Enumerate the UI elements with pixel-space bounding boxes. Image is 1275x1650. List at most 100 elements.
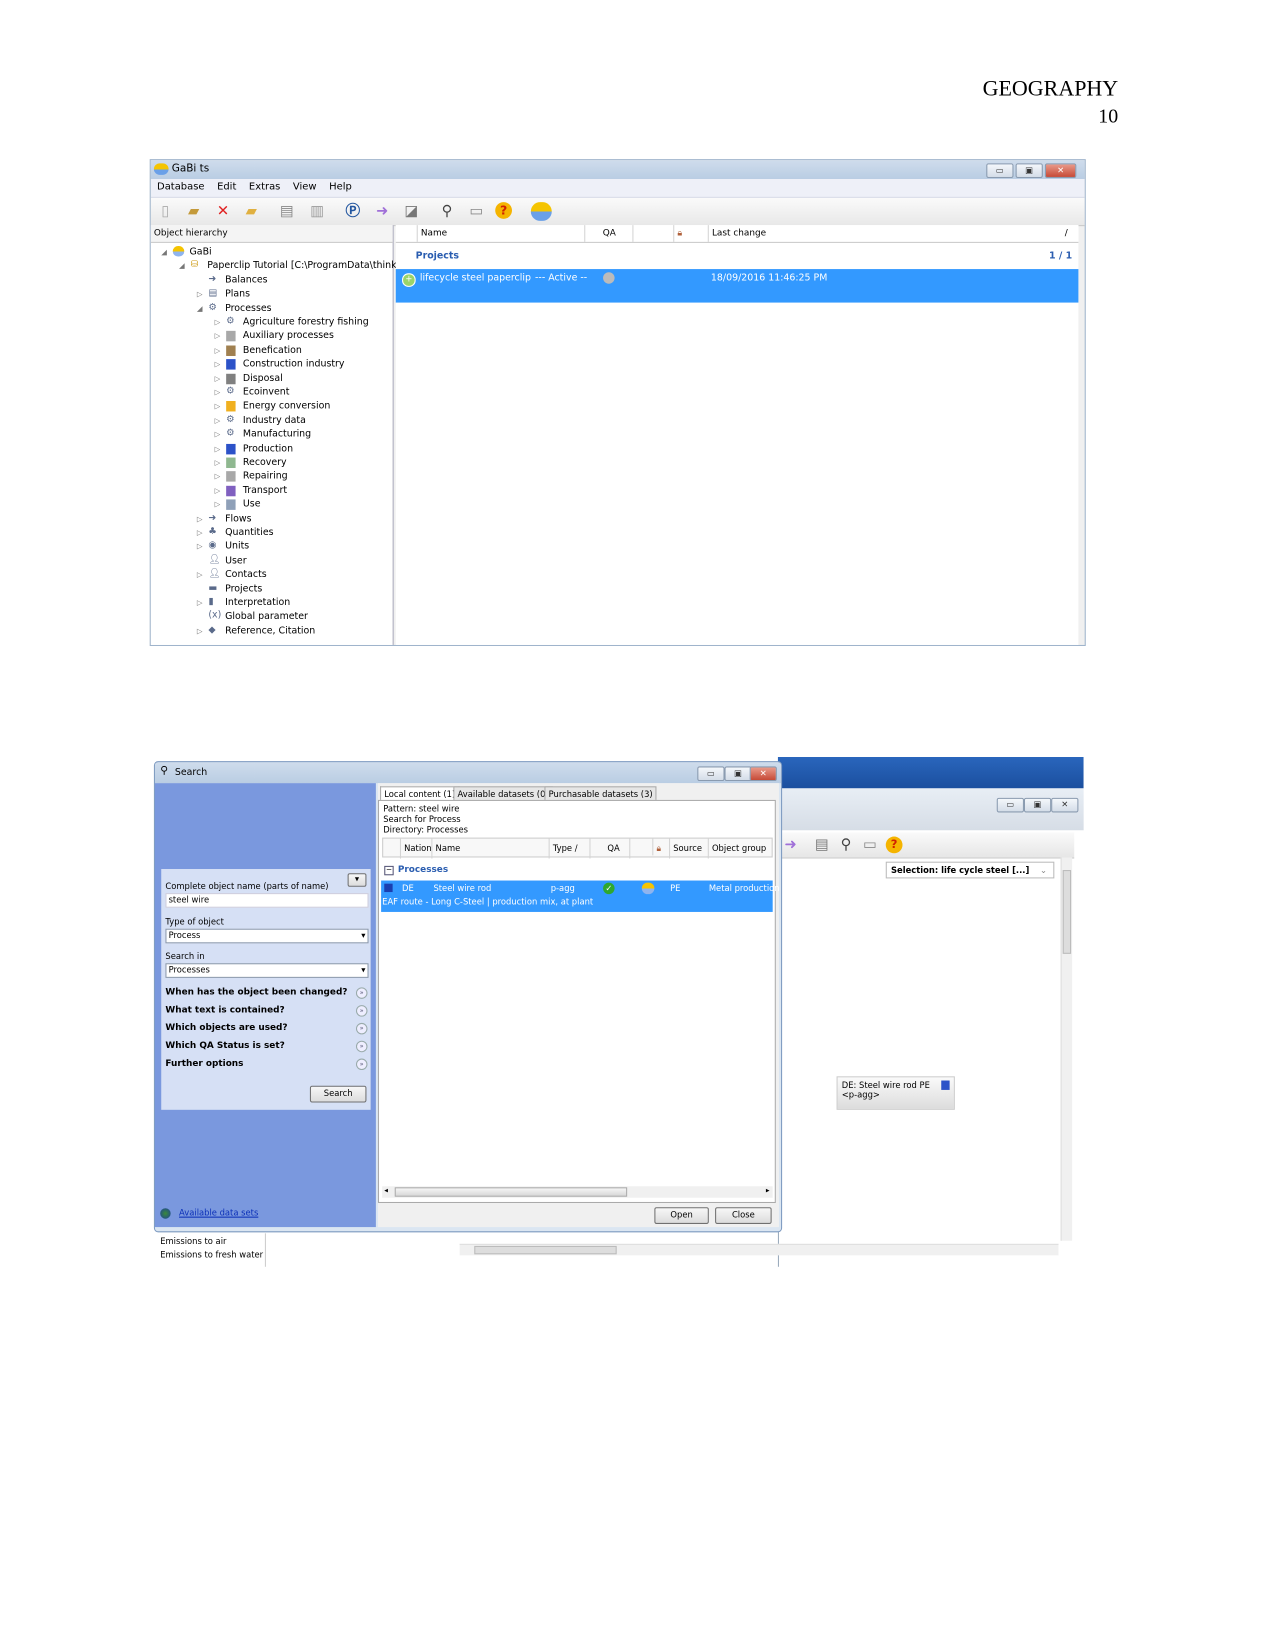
- expanded-arrow-icon[interactable]: ◢: [197, 302, 203, 316]
- dialog-maximize-button[interactable]: ▣: [724, 766, 752, 782]
- tree-item[interactable]: ▷ ➜ Flows: [151, 513, 390, 527]
- scroll-left-icon[interactable]: ◂: [384, 1186, 388, 1194]
- tree-item[interactable]: ▷ Repairing: [151, 471, 390, 485]
- collapsed-arrow-icon[interactable]: ▷: [215, 471, 221, 485]
- question-changed[interactable]: When has the object been changed?: [165, 987, 347, 997]
- collapsed-arrow-icon[interactable]: ▷: [215, 358, 221, 372]
- expanded-arrow-icon[interactable]: ◢: [161, 246, 167, 260]
- new-icon[interactable]: ▯: [156, 202, 175, 221]
- parameter-icon[interactable]: Ⓟ: [343, 202, 362, 221]
- search-icon[interactable]: ⚲: [837, 836, 856, 855]
- tree-item[interactable]: ▷ ⚙ Agriculture forestry fishing: [151, 316, 390, 330]
- tree-item[interactable]: ▬ Projects: [151, 583, 390, 597]
- help-icon[interactable]: ?: [885, 836, 903, 854]
- document-search-icon[interactable]: ▤: [812, 836, 831, 855]
- collapsed-arrow-icon[interactable]: ▷: [197, 625, 203, 639]
- tree-item[interactable]: ▷ ⚙ Industry data: [151, 414, 390, 428]
- bg-close-button[interactable]: ✕: [1051, 797, 1079, 813]
- tree-item[interactable]: ▷ ♣ Quantities: [151, 527, 390, 541]
- collapsed-arrow-icon[interactable]: ▷: [215, 400, 221, 414]
- chart-icon[interactable]: ◪: [402, 202, 421, 221]
- flow-emissions-air[interactable]: Emissions to air: [160, 1237, 226, 1246]
- collapsed-arrow-icon[interactable]: ▷: [197, 569, 203, 583]
- window-icon[interactable]: ▭: [467, 202, 486, 221]
- search-button[interactable]: Search: [309, 1085, 367, 1103]
- gabi-logo-icon[interactable]: [530, 202, 552, 221]
- tree-item[interactable]: ▷ Auxiliary processes: [151, 330, 390, 344]
- results-horizontal-scrollbar[interactable]: ◂ ▸: [382, 1186, 773, 1198]
- scroll-thumb[interactable]: [394, 1187, 628, 1197]
- tree-item[interactable]: ▷ ⚙ Manufacturing: [151, 428, 390, 442]
- result-row[interactable]: DE Steel wire rod p-agg ✓ PE Metal produ…: [381, 880, 780, 912]
- collapsed-arrow-icon[interactable]: ▷: [215, 485, 221, 499]
- collapsed-arrow-icon[interactable]: ▷: [215, 386, 221, 400]
- expand-chevron-icon[interactable]: »: [355, 1040, 368, 1053]
- collapsed-arrow-icon[interactable]: ▷: [215, 456, 221, 470]
- column-lock[interactable]: 🔒︎: [632, 225, 709, 242]
- bg-minimize-button[interactable]: ▭: [996, 797, 1024, 813]
- close-button[interactable]: ✕: [1044, 163, 1077, 178]
- tree-item[interactable]: ▷ ⚙ Ecoinvent: [151, 386, 390, 400]
- column-qa[interactable]: QA: [584, 225, 630, 242]
- minimize-button[interactable]: ▭: [986, 163, 1014, 178]
- collapsed-arrow-icon[interactable]: ▷: [215, 344, 221, 358]
- group-projects[interactable]: Projects: [416, 251, 459, 261]
- collapsed-arrow-icon[interactable]: ▷: [215, 316, 221, 330]
- menu-help[interactable]: Help: [323, 179, 358, 195]
- maximize-button[interactable]: ▣: [1015, 163, 1043, 178]
- expand-chevron-icon[interactable]: »: [355, 1022, 368, 1035]
- collapsed-arrow-icon[interactable]: ▷: [215, 428, 221, 442]
- options-dropdown-button[interactable]: ▾: [347, 873, 367, 887]
- tree-item[interactable]: 👤︎ User: [151, 555, 390, 569]
- tree-item[interactable]: ◢ GaBi: [151, 246, 390, 260]
- question-further[interactable]: Further options: [165, 1059, 243, 1069]
- project-row[interactable]: + lifecycle steel paperclip --- Active -…: [395, 269, 1079, 303]
- column-qa[interactable]: QA: [589, 838, 633, 859]
- scroll-thumb[interactable]: [474, 1245, 617, 1255]
- menu-extras[interactable]: Extras: [243, 179, 287, 195]
- tree-item[interactable]: ▷ Recovery: [151, 456, 390, 470]
- tree-item[interactable]: ➜ Balances: [151, 274, 390, 288]
- collapsed-arrow-icon[interactable]: ▷: [215, 414, 221, 428]
- process-node[interactable]: DE: Steel wire rod PE <p-agg>: [836, 1076, 955, 1110]
- question-text[interactable]: What text is contained?: [165, 1005, 284, 1015]
- menu-edit[interactable]: Edit: [211, 179, 243, 195]
- scroll-thumb[interactable]: [1062, 870, 1072, 954]
- dialog-close-button[interactable]: ✕: [749, 766, 777, 782]
- chevron-down-icon[interactable]: ⌄: [1040, 863, 1047, 880]
- window-icon[interactable]: ▭: [861, 836, 880, 855]
- expanded-arrow-icon[interactable]: ◢: [179, 260, 185, 274]
- question-objects[interactable]: Which objects are used?: [165, 1023, 287, 1033]
- collapsed-arrow-icon[interactable]: ▷: [197, 527, 203, 541]
- group-processes[interactable]: Processes: [398, 865, 448, 875]
- close-dialog-button[interactable]: Close: [715, 1207, 772, 1224]
- flow-icon[interactable]: ➜: [781, 836, 800, 855]
- column-type[interactable]: Type / Shc: [548, 838, 592, 859]
- name-input[interactable]: steel wire: [165, 893, 369, 908]
- expand-chevron-icon[interactable]: »: [355, 1058, 368, 1071]
- column-object-group[interactable]: Object group: [707, 838, 778, 859]
- type-select[interactable]: Process ▾: [165, 928, 369, 944]
- collapsed-arrow-icon[interactable]: ▷: [197, 288, 203, 302]
- collapse-icon[interactable]: −: [384, 865, 394, 876]
- tree-item[interactable]: ▷ Construction industry: [151, 358, 390, 372]
- help-icon[interactable]: ?: [495, 202, 512, 219]
- tree-item[interactable]: ◢ ⛁ Paperclip Tutorial [C:\ProgramData\thi…: [151, 260, 401, 274]
- flow-emissions-fresh-water[interactable]: Emissions to fresh water: [160, 1250, 263, 1259]
- selection-box[interactable]: Selection: life cycle steel [...] ⌄: [885, 861, 1055, 880]
- vertical-scrollbar[interactable]: [1060, 857, 1073, 1241]
- tree-item[interactable]: (x) Global parameter: [151, 611, 390, 625]
- tree-item[interactable]: ◢ ⚙ Processes: [151, 302, 390, 316]
- expand-chevron-icon[interactable]: »: [355, 987, 368, 999]
- tree-item[interactable]: ▷ ◉ Units: [151, 541, 390, 555]
- paste-icon[interactable]: ▥: [308, 202, 327, 221]
- copy-icon[interactable]: ▤: [277, 202, 296, 221]
- tree-item[interactable]: ▷ Benefication: [151, 344, 390, 358]
- tree-item[interactable]: ▷ Production: [151, 442, 390, 456]
- collapsed-arrow-icon[interactable]: ▷: [215, 330, 221, 344]
- collapsed-arrow-icon[interactable]: ▷: [215, 372, 221, 386]
- menu-view[interactable]: View: [287, 179, 323, 195]
- search-in-select[interactable]: Processes ▾: [165, 963, 369, 978]
- expand-chevron-icon[interactable]: »: [355, 1005, 368, 1017]
- bg-maximize-button[interactable]: ▣: [1023, 797, 1052, 813]
